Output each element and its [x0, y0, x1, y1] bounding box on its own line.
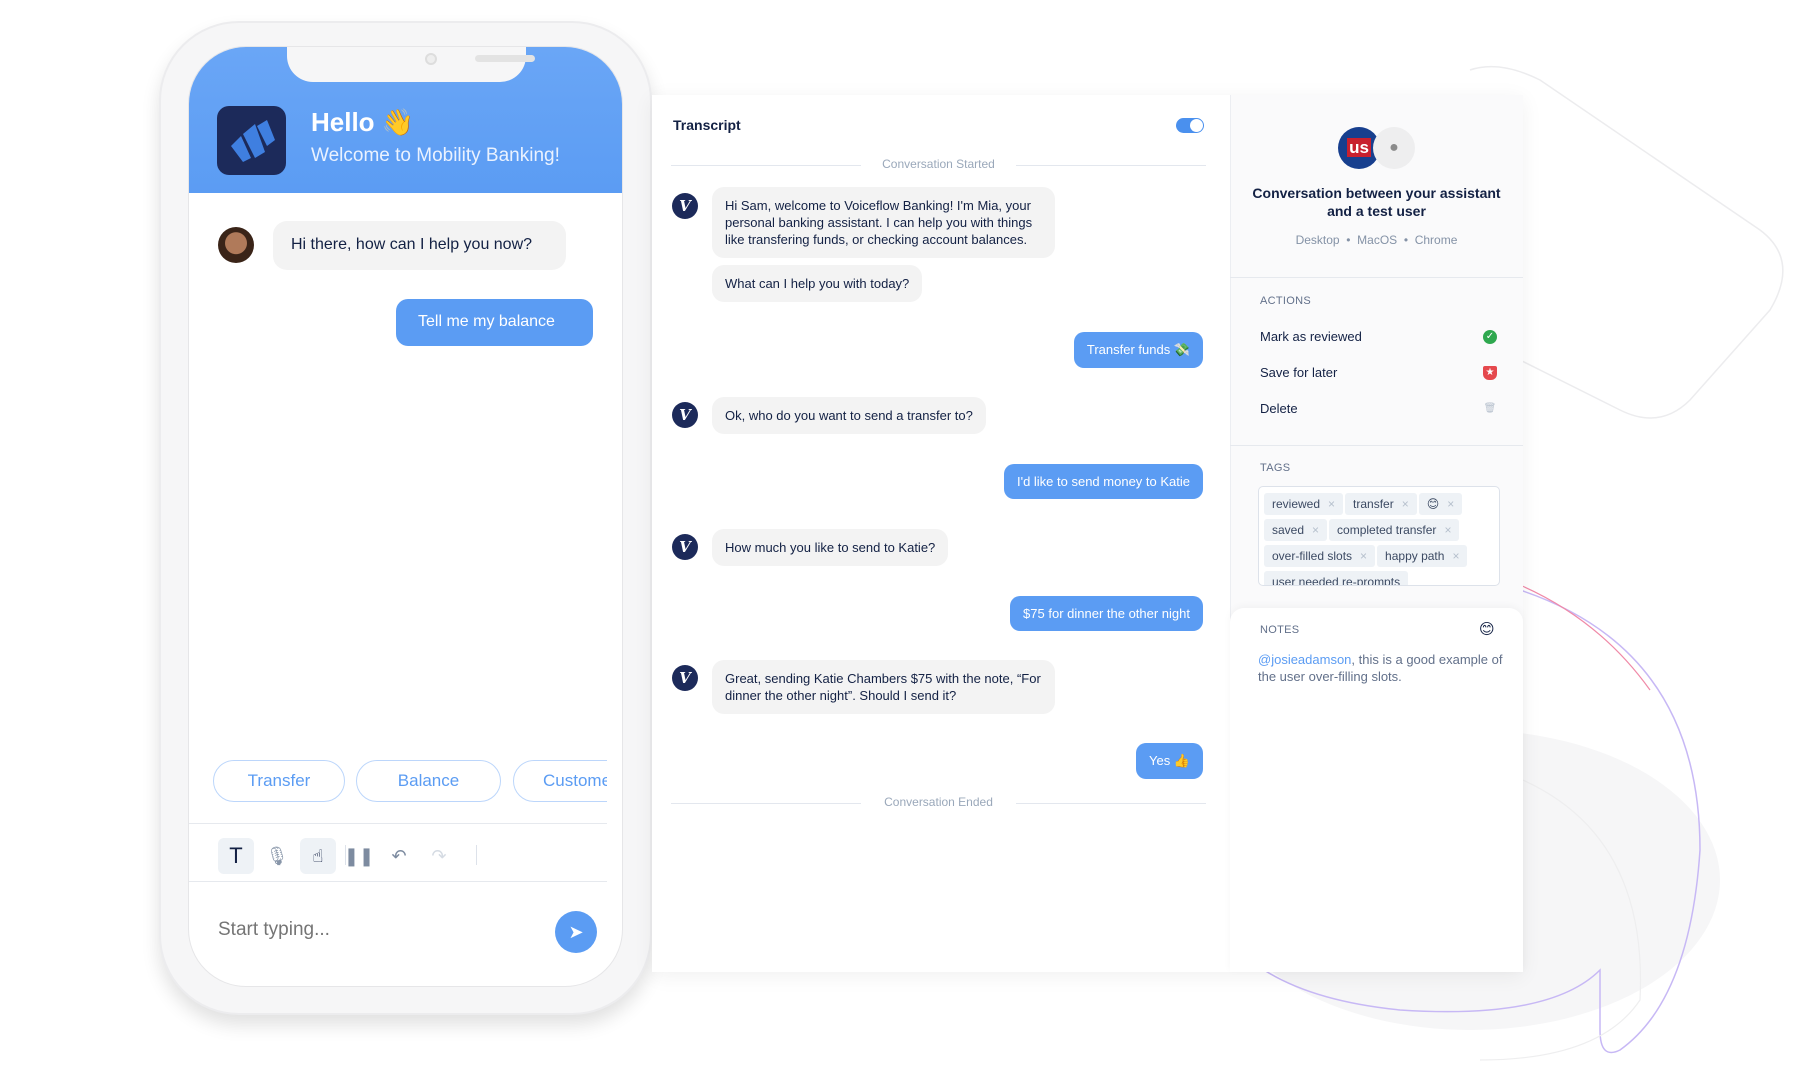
divider [1230, 277, 1523, 278]
transcript-title: Transcript [673, 117, 741, 133]
user-avatar-icon: ● [1373, 127, 1415, 169]
bot-avatar: V [672, 534, 698, 560]
tag-label: happy path [1385, 549, 1445, 563]
user-message: I'd like to send money to Katie [1003, 464, 1203, 499]
logo-text: us [1347, 138, 1371, 157]
remove-tag-icon[interactable]: × [1444, 523, 1451, 537]
tag[interactable]: reviewed × [1264, 493, 1344, 515]
action-label: Save for later [1260, 365, 1338, 380]
tag[interactable]: over-filled slots × [1264, 545, 1376, 567]
user-mention-link[interactable]: @josieadamson [1258, 652, 1351, 667]
user-message: Transfer funds 💸 [1073, 332, 1203, 368]
touch-icon[interactable]: ☝ [300, 838, 336, 874]
redo-icon[interactable]: ↷ [421, 838, 457, 874]
remove-tag-icon[interactable]: × [1452, 549, 1459, 563]
notes-label: NOTES [1260, 624, 1300, 636]
bot-avatar: V [672, 402, 698, 428]
tag[interactable]: happy path × [1377, 545, 1468, 567]
tags-box[interactable]: reviewed × transfer × 😊 × saved × completed tra… [1258, 486, 1500, 586]
divider [1230, 445, 1523, 446]
remove-tag-icon[interactable]: × [1360, 549, 1367, 563]
bot-avatar: V [672, 665, 698, 691]
tag-label: completed transfer [1337, 523, 1437, 537]
microphone-icon[interactable]: 🎙 [259, 838, 295, 874]
note-text[interactable]: @josieadamson, this is a good example of… [1258, 651, 1508, 685]
send-button[interactable]: ➤ [555, 911, 597, 953]
bot-message: Hi Sam, welcome to Voiceflow Banking! I'… [712, 187, 1055, 258]
pause-icon[interactable]: ❚❚ [341, 838, 377, 874]
tag-label: 😊 [1426, 497, 1440, 511]
phone-screen: Hello 👋 Welcome to Mobility Banking! Hi … [188, 46, 623, 987]
quick-reply-balance[interactable]: Balance [356, 760, 501, 802]
conversation-started-label: Conversation Started [671, 157, 1206, 171]
bot-message: How much you like to send to Katie? [712, 529, 949, 566]
action-label: Mark as reviewed [1260, 329, 1362, 344]
quick-reply-customer[interactable]: Customer [513, 760, 607, 802]
undo-icon[interactable]: ↶ [381, 838, 417, 874]
divider [189, 823, 607, 824]
user-message: $75 for dinner the other night [1010, 596, 1203, 631]
remove-tag-icon[interactable]: × [1402, 497, 1409, 511]
actions-label: ACTIONS [1260, 295, 1311, 307]
tag[interactable]: user needed re-prompts [1264, 571, 1409, 586]
tag-label: transfer [1353, 497, 1394, 511]
check-circle-icon: ✓ [1483, 330, 1497, 344]
tag[interactable]: 😊 × [1418, 493, 1463, 515]
tag[interactable]: completed transfer × [1329, 519, 1460, 541]
delete-action[interactable]: Delete 🗑 [1260, 401, 1497, 416]
browser-label: Chrome [1414, 233, 1458, 247]
bot-message: Ok, who do you want to send a transfer t… [712, 397, 986, 434]
quick-reply-transfer[interactable]: Transfer [213, 760, 345, 802]
remove-tag-icon[interactable]: × [1328, 497, 1335, 511]
remove-tag-icon[interactable]: × [1447, 497, 1454, 511]
remove-tag-icon[interactable]: × [1312, 523, 1319, 537]
save-for-later-action[interactable]: Save for later ★ [1260, 365, 1497, 380]
tag[interactable]: saved × [1264, 519, 1328, 541]
device-label: Desktop [1295, 233, 1340, 247]
transcript-toggle[interactable] [1176, 118, 1204, 133]
tags-label: TAGS [1260, 462, 1291, 474]
user-message: Yes 👍 [1135, 743, 1203, 779]
text-mode-button[interactable]: T [218, 838, 254, 874]
tag-label: reviewed [1272, 497, 1321, 511]
divider [476, 845, 477, 865]
emoji-picker-icon[interactable]: 😊 [1479, 620, 1495, 638]
trash-icon: 🗑 [1483, 403, 1497, 414]
tag[interactable]: transfer × [1345, 493, 1417, 515]
bot-message: Great, sending Katie Chambers $75 with t… [712, 660, 1055, 714]
tag-label: over-filled slots [1272, 549, 1353, 563]
mark-reviewed-action[interactable]: Mark as reviewed ✓ [1260, 329, 1497, 344]
bot-message: What can I help you with today? [712, 265, 923, 302]
conversation-ended-label: Conversation Ended [671, 795, 1206, 809]
bot-avatar: V [672, 193, 698, 219]
action-label: Delete [1260, 401, 1298, 416]
divider [189, 881, 607, 882]
message-input[interactable] [218, 919, 468, 941]
conversation-meta: Desktop • MacOS • Chrome [1295, 233, 1458, 247]
os-label: MacOS [1357, 233, 1398, 247]
bookmark-star-icon: ★ [1483, 366, 1497, 380]
tag-label: saved [1272, 523, 1305, 537]
tag-label: user needed re-prompts [1272, 575, 1401, 586]
conversation-title: Conversation between your assistant and … [1252, 185, 1501, 219]
